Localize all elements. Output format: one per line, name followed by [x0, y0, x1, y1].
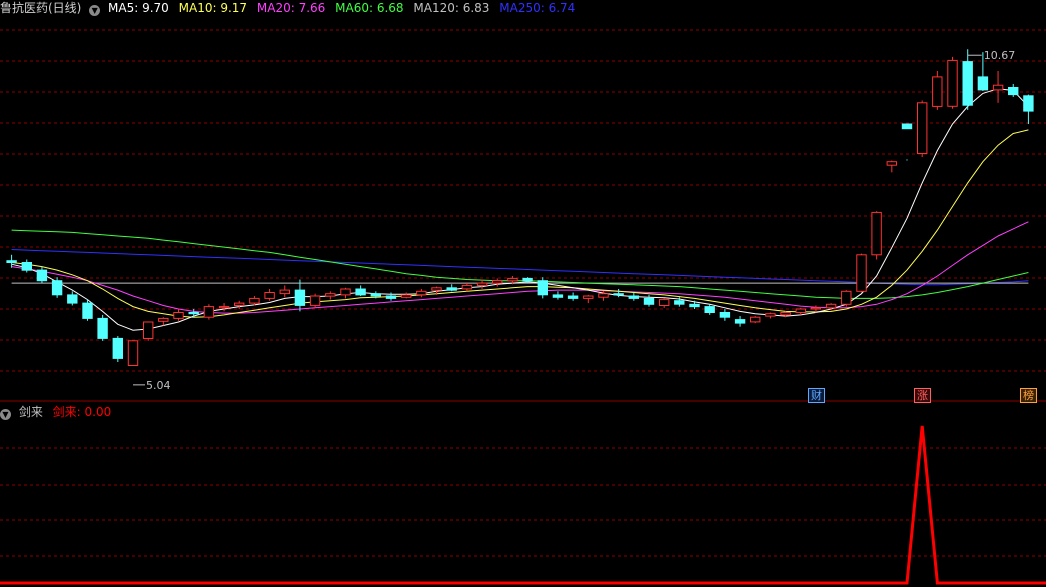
candle-up	[932, 76, 943, 107]
ma20-label: MA20: 7.66	[256, 1, 326, 15]
candle-up	[401, 294, 412, 298]
candle-up	[598, 293, 609, 298]
candle-down	[962, 61, 973, 106]
candle-down	[97, 317, 108, 339]
candle-up	[264, 292, 275, 299]
candle-up	[461, 284, 473, 290]
ma5-line	[11, 88, 1029, 331]
candle-up	[780, 312, 791, 316]
candle-down	[1008, 87, 1019, 96]
candle-up	[476, 282, 488, 287]
candle-down	[719, 312, 731, 318]
ma10-label: MA10: 9.17	[178, 1, 248, 15]
candle-up	[765, 313, 776, 317]
candle-down	[188, 312, 199, 315]
candle-down	[112, 337, 123, 359]
kline-chart-stage[interactable]: 10.67 5.04 鲁抗医药(日线) ▼ MA5: 9.70 MA10: 9.1…	[0, 0, 1046, 587]
candle-up	[203, 306, 215, 318]
candle-down	[977, 76, 989, 91]
candle-up	[917, 102, 928, 155]
candle-down	[522, 277, 533, 282]
candle-up	[234, 302, 245, 307]
candle-up	[583, 295, 594, 299]
candle-up	[431, 287, 442, 291]
candle-down	[446, 287, 457, 291]
badge-rise[interactable]: 涨	[914, 388, 931, 403]
candle-down	[689, 303, 700, 308]
candle-down	[537, 280, 548, 296]
ma120-label: MA120: 6.83	[413, 1, 490, 15]
candle-up	[249, 297, 260, 304]
candle-up	[158, 317, 169, 322]
candle-down	[21, 262, 32, 271]
indicator-name: 剑来	[18, 405, 43, 419]
candle-down	[82, 302, 93, 319]
candle-down	[6, 260, 17, 264]
candle-down	[370, 293, 382, 297]
badge-finance[interactable]: 财	[808, 388, 825, 403]
candle-down	[67, 294, 78, 304]
candle-up	[173, 312, 184, 319]
candle-up	[750, 316, 761, 323]
candle-up	[143, 321, 154, 339]
collapse-main-icon[interactable]: ▼	[89, 5, 101, 16]
candle-up	[947, 59, 958, 107]
main-chart[interactable]: 10.67 5.04	[0, 0, 1046, 587]
candle-down	[36, 269, 48, 282]
candle-up	[810, 307, 822, 310]
candle-down	[901, 123, 913, 130]
candle-up	[309, 295, 321, 306]
candle-up	[992, 84, 1004, 91]
candle-down	[613, 293, 624, 296]
candle-up	[795, 308, 806, 313]
badge-list[interactable]: 榜	[1020, 388, 1037, 403]
candle-down	[552, 294, 564, 298]
candle-up	[340, 288, 351, 296]
ma5-label: MA5: 9.70	[108, 1, 169, 15]
indicator-header: ▼ 剑来 剑来: 0.00	[0, 404, 117, 420]
candle-down	[294, 289, 306, 306]
candle-up	[279, 289, 291, 295]
candle-down	[1023, 95, 1034, 112]
candle-up	[325, 293, 336, 297]
indicator-line	[0, 425, 1046, 585]
collapse-indicator-icon[interactable]: ▼	[0, 409, 11, 420]
main-header: 鲁抗医药(日线) ▼ MA5: 9.70 MA10: 9.17 MA20: 7.…	[0, 0, 581, 16]
candle-up	[127, 340, 139, 366]
high-price-label: 10.67	[984, 49, 1016, 62]
candle-up	[856, 254, 867, 292]
candle-down	[51, 280, 63, 296]
candle-down	[674, 300, 685, 305]
candle-up	[507, 277, 518, 282]
candle-down	[734, 319, 746, 324]
candle-down	[385, 295, 397, 299]
indicator-value: 剑来: 0.00	[52, 405, 112, 419]
low-price-label: 5.04	[146, 379, 171, 392]
candle-down	[643, 297, 655, 305]
stock-name: 鲁抗医药(日线)	[0, 1, 82, 15]
candle-up	[659, 299, 670, 307]
candle-up	[416, 290, 427, 296]
candle-up	[492, 280, 503, 284]
candle-down	[355, 288, 366, 296]
ma60-label: MA60: 6.68	[335, 1, 404, 15]
ma250-label: MA250: 6.74	[499, 1, 576, 15]
candle-up	[825, 303, 837, 309]
candle-down	[567, 295, 579, 299]
candle-up	[841, 290, 852, 305]
candle-up	[218, 306, 230, 309]
candle-down	[704, 306, 715, 314]
candle-down	[628, 295, 639, 299]
candle-up	[886, 161, 897, 166]
candle-up	[871, 211, 882, 256]
